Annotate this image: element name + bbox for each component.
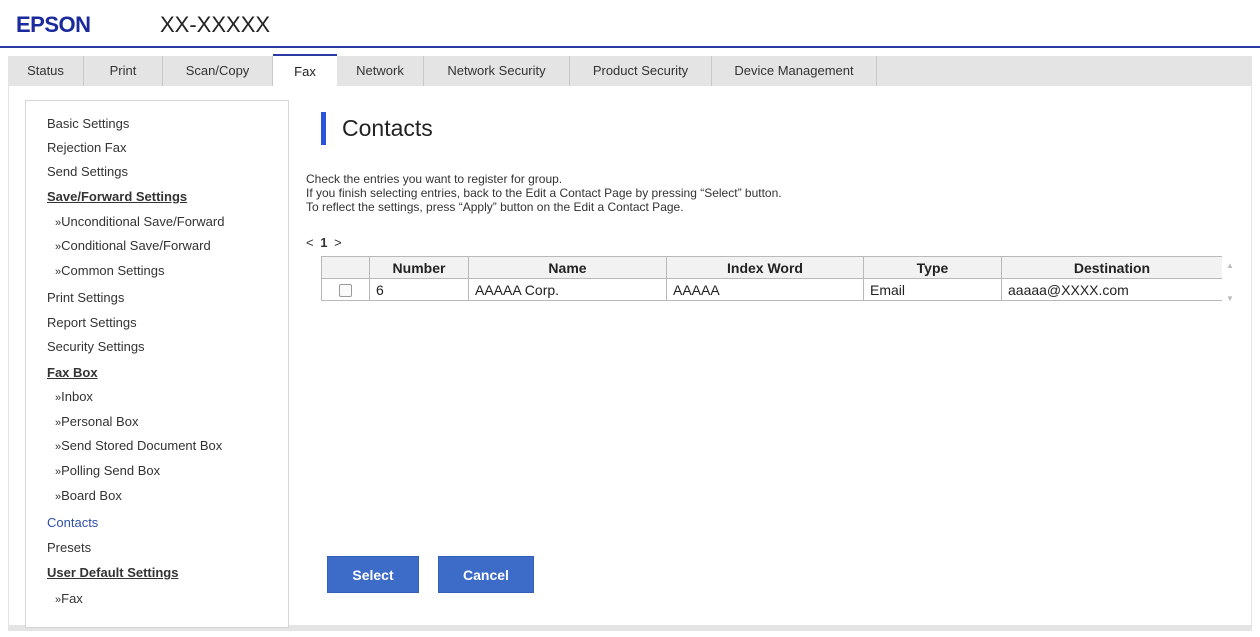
sidebar-item-inbox[interactable]: »Inbox bbox=[55, 389, 93, 404]
instruction-line-1: Check the entries you want to register f… bbox=[306, 172, 563, 186]
cell-index-word: AAAAA bbox=[666, 278, 864, 301]
sidebar-item-label: Board Box bbox=[61, 488, 122, 503]
sidebar-item-send-settings[interactable]: Send Settings bbox=[47, 164, 128, 179]
sidebar-item-unconditional-save-forward[interactable]: »Unconditional Save/Forward bbox=[55, 214, 224, 229]
scroll-up-icon[interactable]: ▲ bbox=[1226, 261, 1234, 270]
page-number-link[interactable]: 1 bbox=[320, 235, 327, 250]
epson-logo: EPSON bbox=[16, 12, 91, 37]
sidebar-item-presets[interactable]: Presets bbox=[47, 540, 91, 555]
instruction-line-3: To reflect the settings, press “Apply” b… bbox=[306, 200, 684, 214]
select-button[interactable]: Select bbox=[327, 556, 419, 593]
contacts-table-wrap: Number Name Index Word Type Destination … bbox=[321, 256, 1223, 304]
cell-destination: aaaaa@XXXX.com bbox=[1001, 278, 1223, 301]
main-tab-bar: Status Print Scan/Copy Fax Network Netwo… bbox=[8, 54, 1252, 86]
tab-scan-copy[interactable]: Scan/Copy bbox=[163, 56, 273, 86]
sidebar-item-label: Conditional Save/Forward bbox=[61, 238, 211, 253]
tab-network[interactable]: Network bbox=[337, 56, 424, 86]
column-header-destination: Destination bbox=[1001, 256, 1223, 279]
sidebar-item-label: Fax bbox=[61, 591, 83, 606]
table-header-row: Number Name Index Word Type Destination bbox=[321, 256, 1223, 279]
tab-fax[interactable]: Fax bbox=[273, 54, 337, 86]
sidebar-item-label: Inbox bbox=[61, 389, 93, 404]
sidebar-item-board-box[interactable]: »Board Box bbox=[55, 488, 122, 503]
sidebar-item-user-default-settings[interactable]: User Default Settings bbox=[47, 565, 178, 580]
next-page-link[interactable]: > bbox=[334, 235, 342, 250]
sidebar-item-conditional-save-forward[interactable]: »Conditional Save/Forward bbox=[55, 238, 211, 253]
contacts-table: Number Name Index Word Type Destination … bbox=[321, 256, 1223, 301]
sidebar-item-contacts[interactable]: Contacts bbox=[47, 515, 98, 530]
sidebar-item-rejection-fax[interactable]: Rejection Fax bbox=[47, 140, 126, 155]
sidebar-nav: Basic Settings Rejection Fax Send Settin… bbox=[25, 100, 289, 628]
sidebar-item-label: Send Stored Document Box bbox=[61, 438, 223, 453]
row-checkbox-cell bbox=[321, 278, 370, 301]
top-header: EPSON XX-XXXXX bbox=[0, 0, 1260, 48]
sidebar-item-label: Polling Send Box bbox=[61, 463, 161, 478]
tab-print[interactable]: Print bbox=[84, 56, 163, 86]
sidebar-item-fax[interactable]: »Fax bbox=[55, 591, 83, 606]
sidebar-item-send-stored-document-box[interactable]: »Send Stored Document Box bbox=[55, 438, 222, 453]
column-header-number: Number bbox=[369, 256, 469, 279]
tab-network-security[interactable]: Network Security bbox=[424, 56, 570, 86]
sidebar-item-basic-settings[interactable]: Basic Settings bbox=[47, 116, 129, 131]
column-header-select bbox=[321, 256, 370, 279]
instruction-line-2: If you finish selecting entries, back to… bbox=[306, 186, 782, 200]
tab-product-security[interactable]: Product Security bbox=[570, 56, 712, 86]
page-title: Contacts bbox=[342, 115, 433, 141]
sidebar-item-label: Unconditional Save/Forward bbox=[61, 214, 225, 229]
row-checkbox[interactable] bbox=[339, 284, 352, 298]
sidebar-item-personal-box[interactable]: »Personal Box bbox=[55, 414, 138, 429]
cell-name: AAAAA Corp. bbox=[468, 278, 667, 301]
title-accent-bar bbox=[321, 112, 326, 145]
sidebar-item-print-settings[interactable]: Print Settings bbox=[47, 290, 124, 305]
table-scrollbar[interactable]: ▲ ▼ bbox=[1222, 256, 1238, 304]
tab-status[interactable]: Status bbox=[8, 56, 84, 86]
column-header-name: Name bbox=[468, 256, 667, 279]
tab-device-management[interactable]: Device Management bbox=[712, 56, 877, 86]
cell-type: Email bbox=[863, 278, 1002, 301]
sidebar-item-polling-send-box[interactable]: »Polling Send Box bbox=[55, 463, 160, 478]
scroll-down-icon[interactable]: ▼ bbox=[1226, 294, 1234, 303]
column-header-index-word: Index Word bbox=[666, 256, 864, 279]
sidebar-item-save-forward-settings[interactable]: Save/Forward Settings bbox=[47, 189, 187, 204]
sidebar-item-label: Common Settings bbox=[61, 263, 165, 278]
prev-page-link[interactable]: < bbox=[306, 235, 314, 250]
cancel-button[interactable]: Cancel bbox=[438, 556, 534, 593]
sidebar-item-fax-box[interactable]: Fax Box bbox=[47, 365, 98, 380]
column-header-type: Type bbox=[863, 256, 1002, 279]
cell-number: 6 bbox=[369, 278, 469, 301]
sidebar-item-security-settings[interactable]: Security Settings bbox=[47, 339, 145, 354]
sidebar-item-report-settings[interactable]: Report Settings bbox=[47, 315, 137, 330]
pagination: < 1 > bbox=[306, 235, 342, 250]
sidebar-item-label: Personal Box bbox=[61, 414, 139, 429]
table-row: 6 AAAAA Corp. AAAAA Email aaaaa@XXXX.com bbox=[321, 278, 1223, 301]
sidebar-item-common-settings[interactable]: »Common Settings bbox=[55, 263, 164, 278]
model-name: XX-XXXXX bbox=[160, 12, 271, 37]
